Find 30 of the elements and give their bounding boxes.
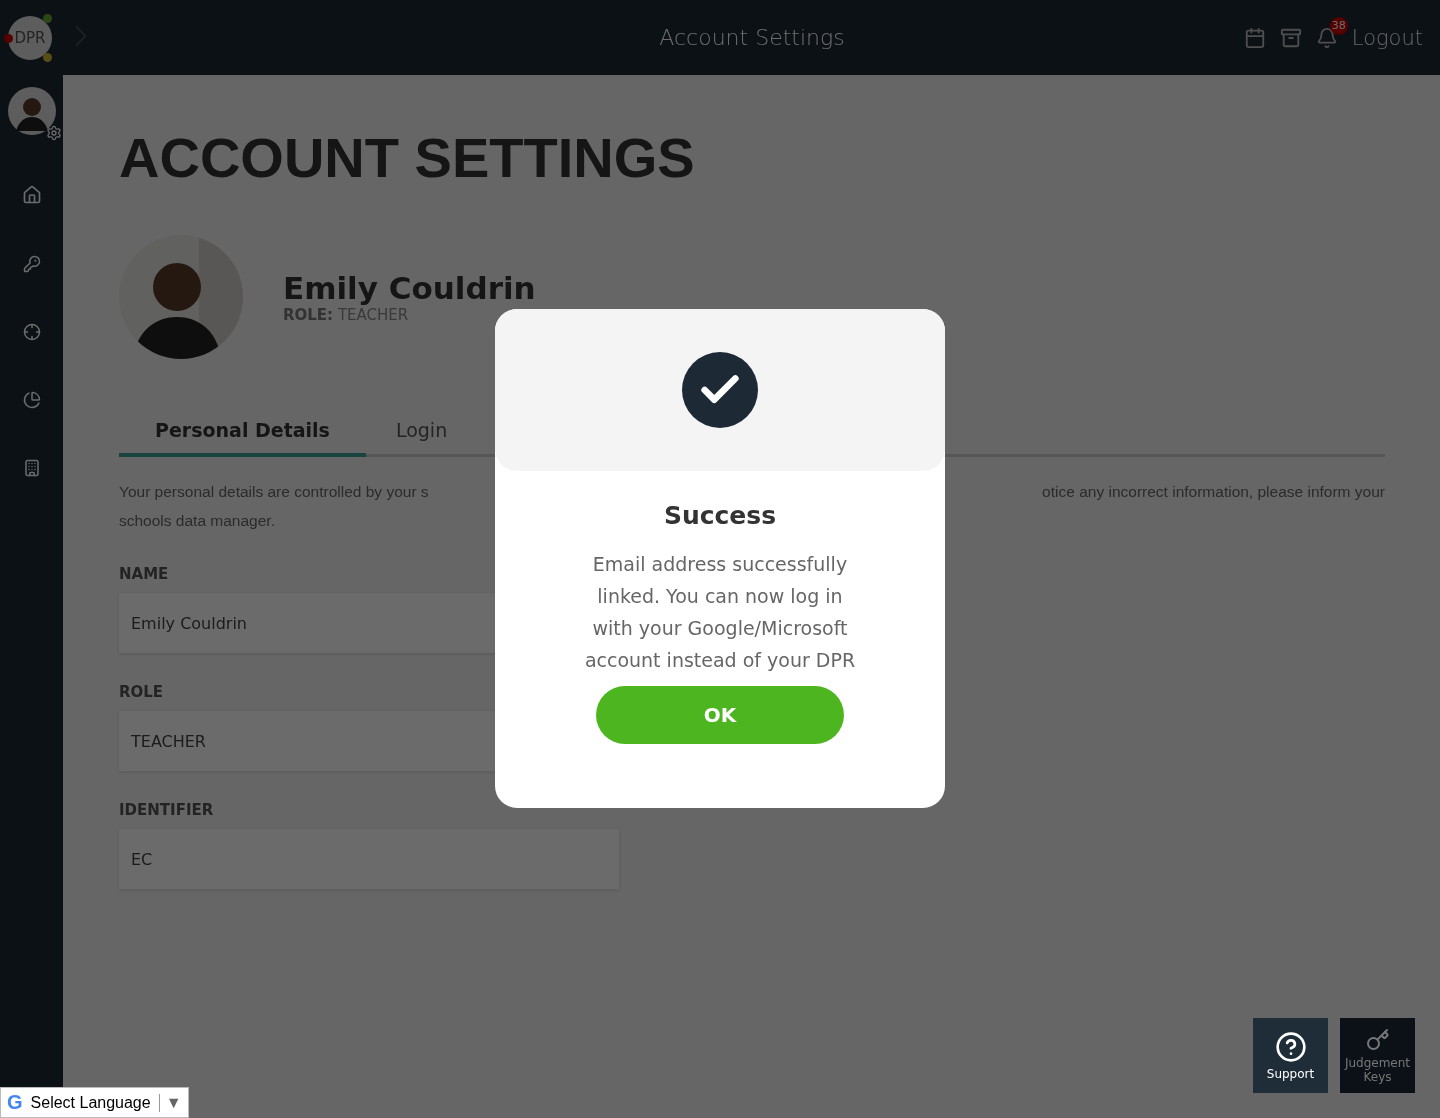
archive-icon[interactable]: [1279, 26, 1302, 49]
tab[interactable]: Personal Details: [119, 409, 366, 457]
field-label: NAME: [119, 565, 169, 583]
dialog-title: Success: [663, 501, 777, 530]
google-logo: G: [7, 1091, 23, 1114]
key-icon[interactable]: [22, 255, 41, 273]
intro-text: otice any incorrect information, please inform your: [1042, 482, 1385, 502]
page-heading: ACCOUNT SETTINGS: [119, 125, 696, 190]
intro-text: schools data manager.: [119, 511, 276, 531]
settings-icon[interactable]: [45, 125, 62, 141]
field-label: ROLE: [119, 683, 164, 701]
tab[interactable]: Login: [365, 409, 478, 457]
page-title: Account Settings: [658, 25, 846, 50]
intro-text: Your personal details are controlled by your s: [119, 482, 429, 502]
help-icon: [1274, 1030, 1307, 1063]
building-icon[interactable]: [22, 459, 41, 477]
help-button[interactable]: Support: [1253, 1018, 1328, 1093]
home-icon[interactable]: [21, 185, 42, 205]
pie-chart-icon[interactable]: [22, 391, 41, 409]
key-icon: [1365, 1027, 1390, 1052]
help-button[interactable]: Judgement Keys: [1340, 1018, 1415, 1093]
profile-name: Emily Couldrin: [283, 270, 536, 306]
field-label: IDENTIFIER: [119, 801, 214, 819]
language-select[interactable]: G Select Language ▼: [0, 1087, 189, 1118]
crosshair-icon[interactable]: [22, 323, 41, 341]
notification-count: 38: [1329, 16, 1348, 35]
text-field[interactable]: EC: [119, 829, 619, 889]
calendar-icon[interactable]: [1243, 26, 1266, 49]
ok-button[interactable]: OK: [596, 686, 844, 744]
logout-link[interactable]: Logout: [1351, 25, 1423, 50]
